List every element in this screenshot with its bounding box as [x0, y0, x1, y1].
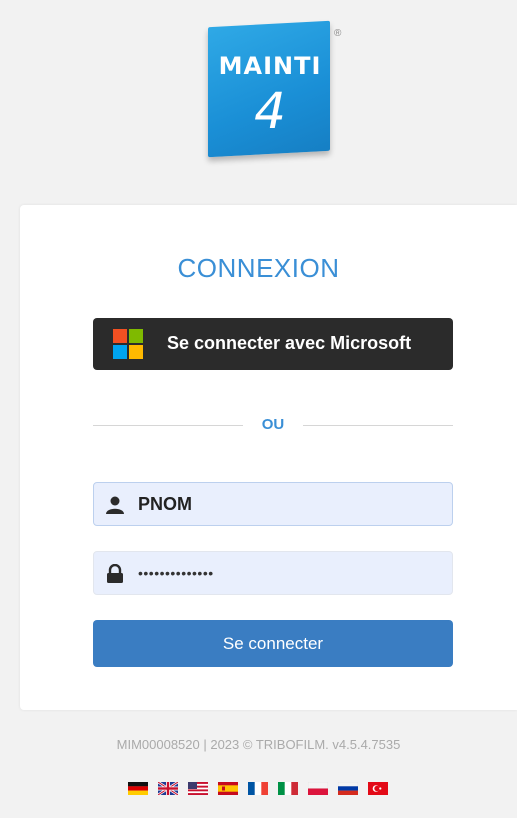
username-value: PNOM	[138, 494, 192, 514]
logo-line1: MAINTI	[218, 52, 322, 80]
lock-icon	[107, 564, 123, 583]
uk-flag-icon[interactable]	[158, 782, 178, 795]
user-icon	[106, 496, 124, 514]
registered-mark: ®	[334, 28, 342, 39]
password-value: ••••••••••••••	[138, 565, 214, 581]
username-field[interactable]: PNOM	[93, 482, 453, 526]
microsoft-login-button[interactable]: Se connecter avec Microsoft	[93, 318, 453, 370]
separator-label: OU	[243, 416, 303, 436]
login-card: CONNEXION Se connecter avec Microsoft OU…	[20, 205, 517, 710]
spanish-flag-icon[interactable]	[218, 782, 238, 795]
italian-flag-icon[interactable]	[278, 782, 298, 795]
logo-line2: 4	[254, 82, 286, 140]
turkish-flag-icon[interactable]	[368, 782, 388, 795]
password-field[interactable]: ••••••••••••••	[93, 551, 453, 595]
russian-flag-icon[interactable]	[338, 782, 358, 795]
polish-flag-icon[interactable]	[308, 782, 328, 795]
login-title: CONNEXION	[177, 253, 340, 283]
login-submit-label: Se connecter	[222, 634, 324, 653]
microsoft-logo-icon	[113, 329, 143, 359]
login-submit-button[interactable]: Se connecter	[93, 620, 453, 667]
mainti-logo: MAINTI 4 ®	[206, 20, 341, 158]
us-flag-icon[interactable]	[188, 782, 208, 795]
microsoft-login-label: Se connecter avec Microsoft	[167, 333, 412, 353]
footer-copyright: MIM00008520 | 2023 © TRIBOFILM. v4.5.4.7…	[116, 737, 401, 752]
french-flag-icon[interactable]	[248, 782, 268, 795]
german-flag-icon[interactable]	[128, 782, 148, 795]
